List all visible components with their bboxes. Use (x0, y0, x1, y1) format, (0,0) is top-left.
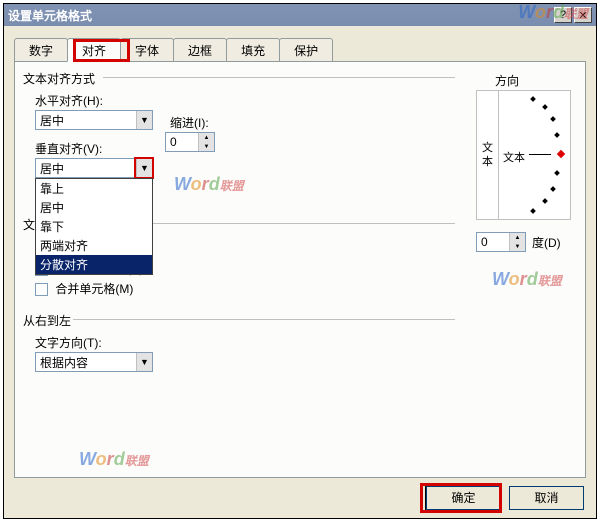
tab-fill[interactable]: 填充 (226, 38, 280, 61)
orientation-handle[interactable] (557, 150, 565, 158)
degree-label: 度(D) (532, 234, 561, 251)
cancel-button[interactable]: 取消 (509, 486, 584, 510)
chevron-down-icon: ▼ (136, 159, 152, 177)
v-align-value: 居中 (36, 160, 136, 177)
h-align-value: 居中 (36, 112, 136, 129)
tab-align[interactable]: 对齐 (67, 38, 121, 62)
merge-label: 合并单元格(M) (55, 282, 133, 296)
close-button[interactable]: ✕ (574, 7, 592, 23)
indent-label: 缩进(I): (170, 114, 209, 131)
v-align-option-center[interactable]: 居中 (36, 198, 152, 217)
text-align-group-label: 文本对齐方式 (23, 70, 95, 87)
tab-number[interactable]: 数字 (14, 38, 68, 61)
v-align-dropdown[interactable]: 靠上 居中 靠下 两端对齐 分散对齐 (35, 178, 153, 275)
indent-spinner[interactable]: 0 ▲▼ (165, 132, 215, 152)
titlebar: 设置单元格格式 ? ✕ (4, 4, 596, 26)
divider (73, 319, 455, 320)
orientation-line (529, 154, 551, 155)
spin-down-icon[interactable]: ▼ (509, 242, 525, 251)
h-align-label: 水平对齐(H): (35, 92, 103, 109)
chevron-down-icon: ▼ (136, 111, 152, 129)
rtl-group-label: 从右到左 (23, 312, 71, 329)
orientation-dial-text: 文本 (503, 149, 525, 165)
degree-spinner[interactable]: 0 ▲▼ (476, 232, 526, 252)
v-align-option-top[interactable]: 靠上 (36, 179, 152, 198)
text-dir-value: 根据内容 (36, 354, 136, 371)
window-title: 设置单元格格式 (8, 7, 92, 24)
merge-cells-row[interactable]: 合并单元格(M) (35, 280, 133, 297)
text-dir-label: 文字方向(T): (35, 334, 102, 351)
orientation-dial[interactable]: 文本 (499, 91, 570, 219)
orientation-preview[interactable]: 文本 文本 (476, 90, 571, 220)
text-control-partial-label: 文 (23, 216, 35, 233)
spin-up-icon[interactable]: ▲ (198, 133, 214, 142)
tab-font[interactable]: 字体 (120, 38, 174, 61)
orientation-vertical-text[interactable]: 文本 (477, 91, 499, 219)
tab-protect[interactable]: 保护 (279, 38, 333, 61)
indent-value: 0 (166, 135, 198, 149)
spin-down-icon[interactable]: ▼ (198, 142, 214, 151)
v-align-combo[interactable]: 居中 ▼ (35, 158, 153, 178)
v-align-option-distributed[interactable]: 分散对齐 (36, 255, 152, 274)
orientation-group: 方向 文本 文本 (476, 84, 571, 279)
merge-checkbox[interactable] (35, 283, 48, 296)
h-align-combo[interactable]: 居中 ▼ (35, 110, 153, 130)
alignment-panel: 文本对齐方式 水平对齐(H): 居中 ▼ 缩进(I): 0 ▲▼ 垂直对齐(V)… (14, 61, 586, 478)
dialog-window: 设置单元格格式 ? ✕ 数字 对齐 字体 边框 填充 保护 文本对齐方式 水平对… (3, 3, 597, 519)
degree-value: 0 (477, 235, 509, 249)
tab-border[interactable]: 边框 (173, 38, 227, 61)
chevron-down-icon: ▼ (136, 353, 152, 371)
orientation-label: 方向 (491, 72, 523, 89)
help-button[interactable]: ? (554, 7, 572, 23)
text-dir-combo[interactable]: 根据内容 ▼ (35, 352, 153, 372)
divider (103, 77, 455, 78)
tabs: 数字 对齐 字体 边框 填充 保护 (14, 38, 586, 61)
v-align-label: 垂直对齐(V): (35, 140, 102, 157)
ok-button-highlight (420, 483, 502, 513)
v-align-option-justify[interactable]: 两端对齐 (36, 236, 152, 255)
spin-up-icon[interactable]: ▲ (509, 233, 525, 242)
window-controls: ? ✕ (554, 7, 592, 23)
v-align-option-bottom[interactable]: 靠下 (36, 217, 152, 236)
